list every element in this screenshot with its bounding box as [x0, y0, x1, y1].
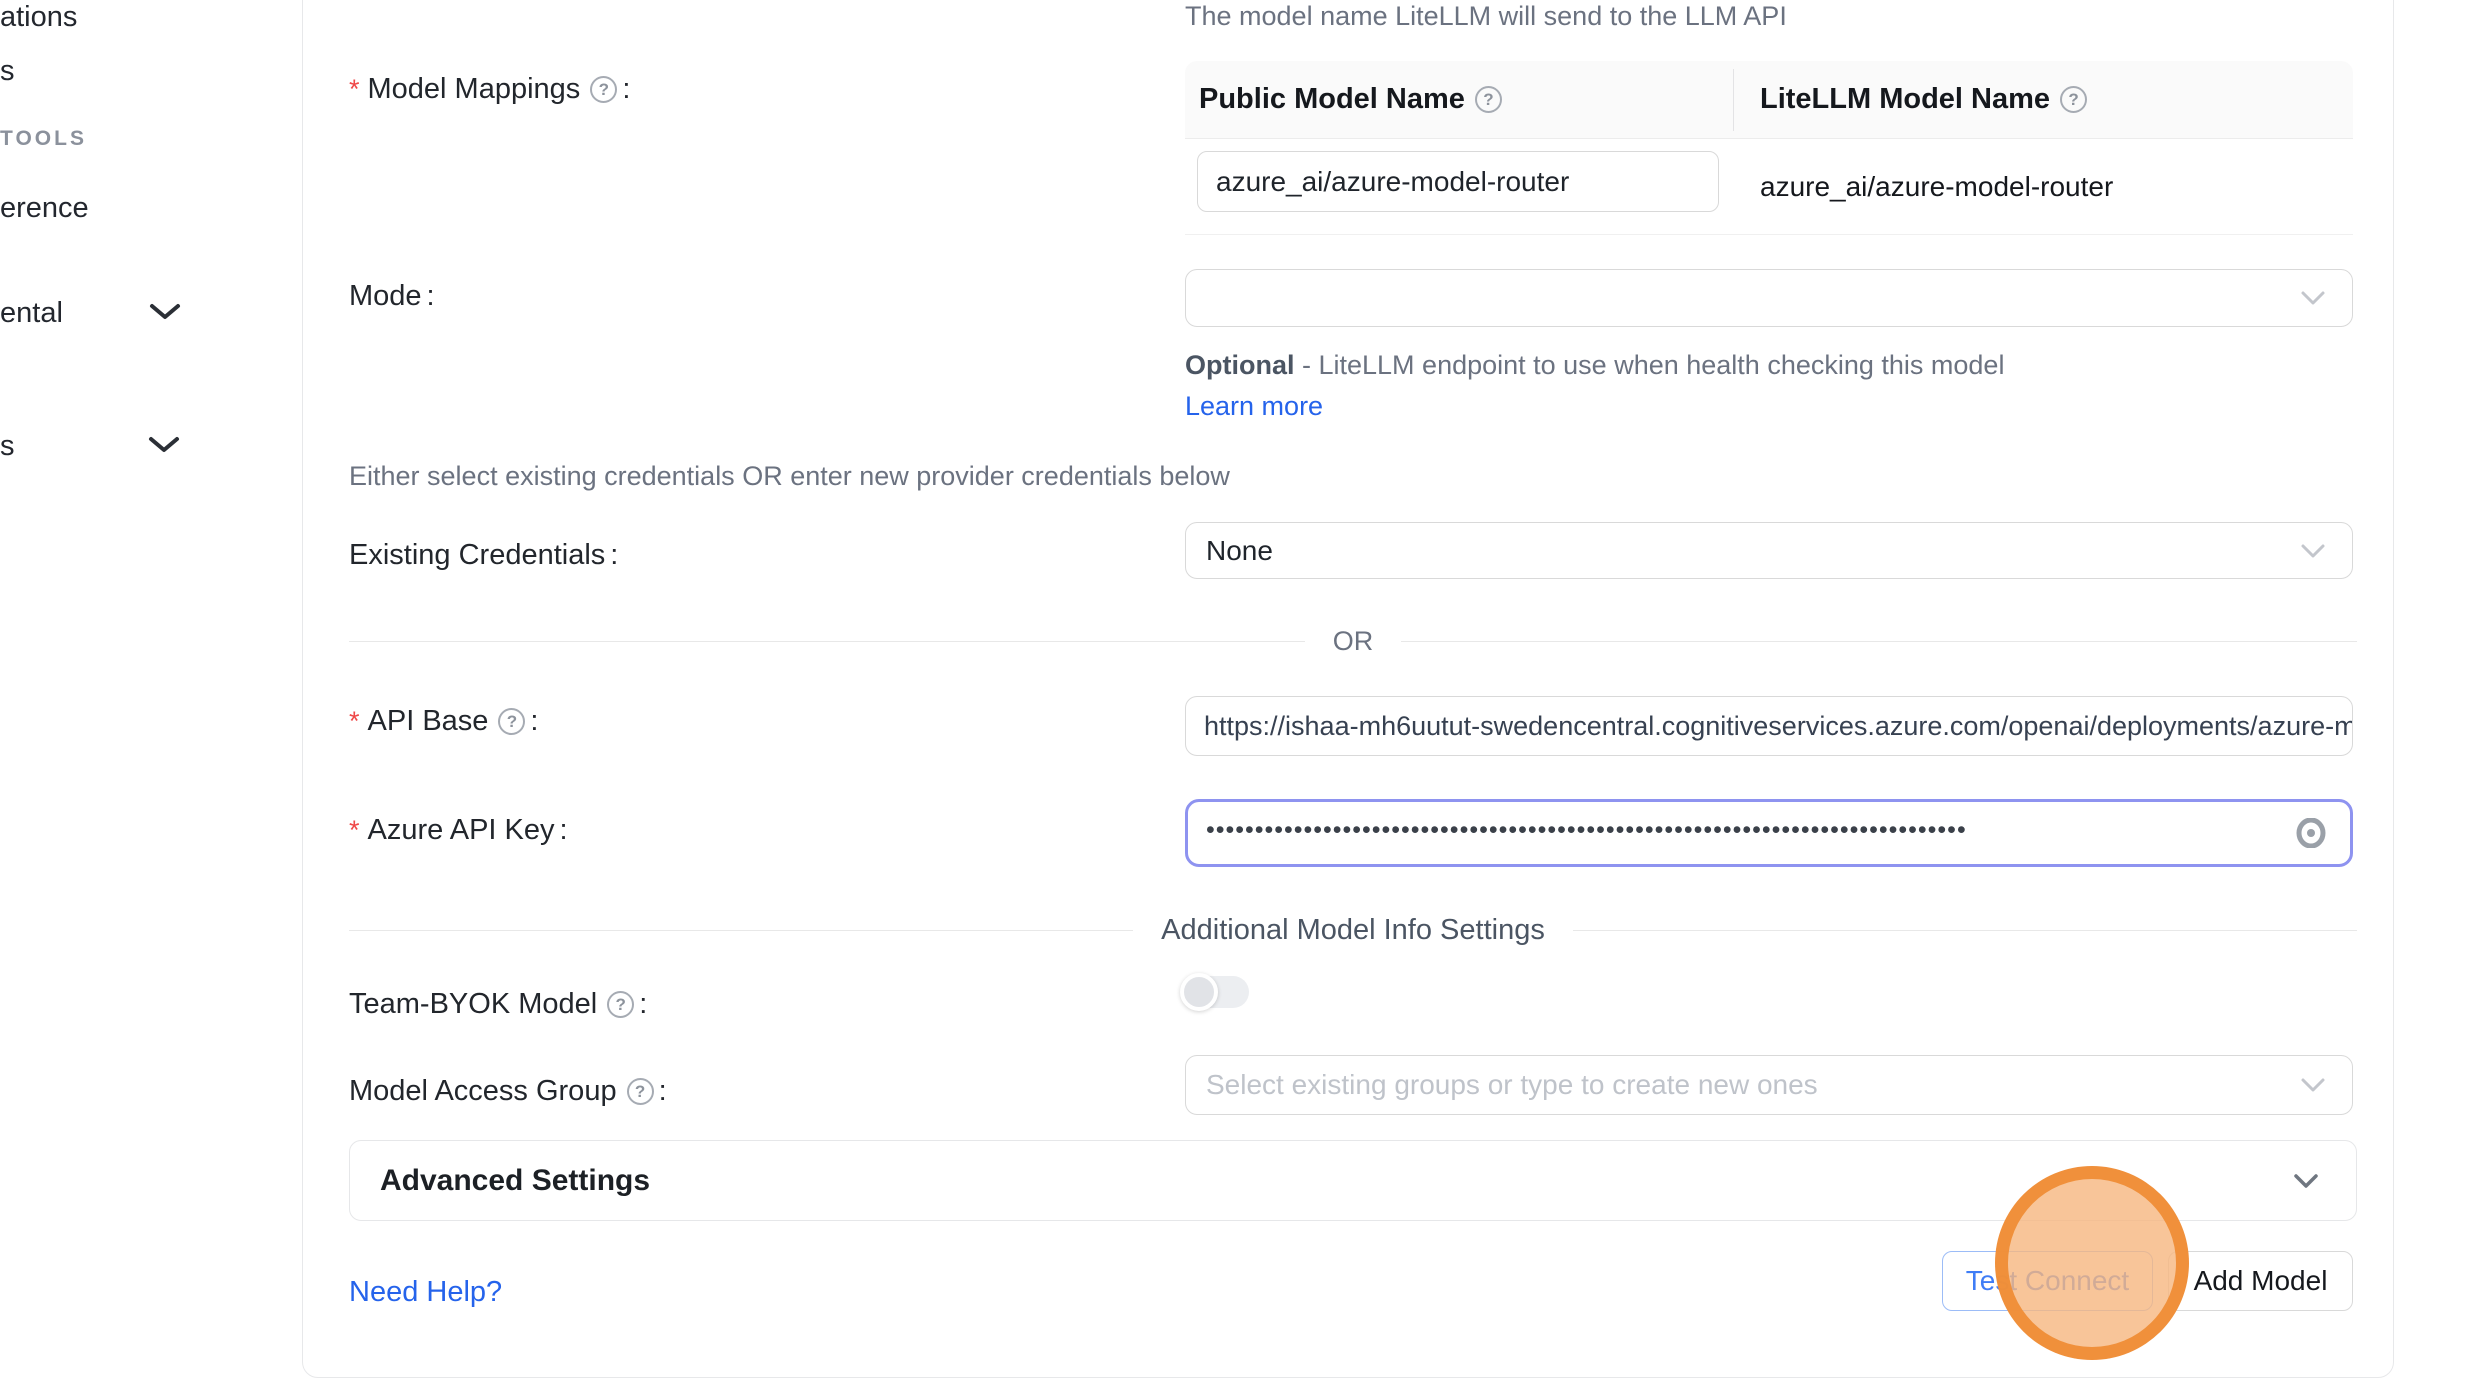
credentials-note: Either select existing credentials OR en… — [349, 461, 1230, 492]
mode-label: Mode : — [349, 280, 435, 313]
team-byok-toggle[interactable] — [1183, 976, 1249, 1008]
question-circle-icon[interactable]: ? — [498, 708, 525, 735]
masked-password-value: ••••••••••••••••••••••••••••••••••••••••… — [1206, 816, 1967, 845]
existing-credentials-value: None — [1206, 535, 1273, 567]
additional-model-info-divider-text: Additional Model Info Settings — [1161, 914, 1545, 947]
azure-api-key-label-text: Azure API Key — [368, 814, 555, 847]
existing-credentials-label: Existing Credentials : — [349, 539, 618, 572]
question-circle-icon[interactable]: ? — [2060, 86, 2087, 113]
api-base-label: * API Base ? : — [349, 705, 538, 738]
column-header-public-model-name: Public Model Name — [1199, 83, 1465, 116]
toggle-knob — [1180, 973, 1218, 1011]
azure-api-key-input[interactable]: ••••••••••••••••••••••••••••••••••••••••… — [1185, 799, 2353, 867]
model-access-group-label-text: Model Access Group — [349, 1075, 617, 1108]
model-mappings-table-header: Public Model Name ? LiteLLM Model Name ? — [1185, 61, 2353, 139]
api-base-label-text: API Base — [368, 705, 489, 738]
add-model-form-card: The model name LiteLLM will send to the … — [302, 0, 2394, 1378]
team-byok-label: Team-BYOK Model ? : — [349, 988, 647, 1021]
sidebar-item-settings[interactable]: s — [0, 430, 15, 463]
label-colon: : — [610, 539, 618, 572]
column-divider — [1733, 69, 1734, 131]
label-colon: : — [659, 1075, 667, 1108]
sidebar-section-tools: TOOLS — [0, 127, 87, 151]
sidebar-item-experimental[interactable]: ental — [0, 297, 63, 330]
litellm-model-name-value: azure_ai/azure-model-router — [1760, 139, 2113, 235]
sidebar-item-organizations[interactable]: ations — [0, 1, 77, 34]
team-byok-label-text: Team-BYOK Model — [349, 988, 597, 1021]
question-circle-icon[interactable]: ? — [607, 991, 634, 1018]
question-circle-icon[interactable]: ? — [1475, 86, 1502, 113]
or-divider-text: OR — [1333, 626, 1374, 657]
chevron-down-icon — [2300, 543, 2326, 559]
label-colon: : — [427, 280, 435, 313]
question-circle-icon[interactable]: ? — [627, 1078, 654, 1105]
required-asterisk: * — [349, 815, 360, 846]
sidebar-item-models[interactable]: s — [0, 55, 15, 88]
chevron-down-icon[interactable] — [147, 435, 181, 455]
add-model-page: ations s TOOLS erence ental s The model … — [0, 0, 2477, 1385]
label-colon: : — [622, 73, 630, 106]
model-mappings-label-text: Model Mappings — [368, 73, 581, 106]
additional-model-info-divider: Additional Model Info Settings — [349, 914, 2357, 947]
sidebar-item-inference[interactable]: erence — [0, 192, 89, 225]
learn-more-link[interactable]: Learn more — [1185, 391, 1323, 421]
chevron-down-icon — [2292, 1172, 2320, 1190]
column-header-litellm-model-name: LiteLLM Model Name — [1760, 83, 2050, 116]
eye-icon[interactable] — [2294, 818, 2328, 848]
label-colon: : — [530, 705, 538, 738]
chevron-down-icon — [2300, 290, 2326, 306]
public-model-name-input[interactable]: azure_ai/azure-model-router — [1197, 151, 1719, 212]
model-mappings-table-row: azure_ai/azure-model-router azure_ai/azu… — [1185, 139, 2353, 235]
sidebar: ations s TOOLS erence ental s — [0, 0, 302, 1385]
model-mappings-table: Public Model Name ? LiteLLM Model Name ?… — [1185, 61, 2353, 235]
mode-label-text: Mode — [349, 280, 422, 313]
label-colon: : — [639, 988, 647, 1021]
required-asterisk: * — [349, 74, 360, 105]
mode-help-bold: Optional — [1185, 350, 1295, 380]
required-asterisk: * — [349, 706, 360, 737]
add-model-button[interactable]: Add Model — [2168, 1251, 2353, 1311]
existing-credentials-select[interactable]: None — [1185, 522, 2353, 579]
azure-api-key-label: * Azure API Key : — [349, 814, 568, 847]
chevron-down-icon — [2300, 1077, 2326, 1093]
or-divider: OR — [349, 626, 2357, 657]
mode-help-body: - LiteLLM endpoint to use when health ch… — [1295, 350, 2005, 380]
mode-help-text: Optional - LiteLLM endpoint to use when … — [1185, 345, 2040, 427]
advanced-settings-panel[interactable]: Advanced Settings — [349, 1140, 2357, 1221]
test-connect-button[interactable]: Test Connect — [1942, 1251, 2153, 1311]
need-help-link[interactable]: Need Help? — [349, 1276, 502, 1309]
model-access-group-placeholder: Select existing groups or type to create… — [1206, 1069, 1818, 1101]
existing-credentials-label-text: Existing Credentials — [349, 539, 605, 572]
model-access-group-select[interactable]: Select existing groups or type to create… — [1185, 1055, 2353, 1115]
api-base-input[interactable]: https://ishaa-mh6uutut-swedencentral.cog… — [1185, 696, 2353, 756]
question-circle-icon[interactable]: ? — [590, 76, 617, 103]
model-access-group-label: Model Access Group ? : — [349, 1075, 667, 1108]
label-colon: : — [560, 814, 568, 847]
model-mappings-label: * Model Mappings ? : — [349, 73, 630, 106]
mode-select[interactable] — [1185, 269, 2353, 327]
chevron-down-icon[interactable] — [148, 302, 182, 322]
litellm-model-name-hint: The model name LiteLLM will send to the … — [1185, 1, 1787, 32]
advanced-settings-title: Advanced Settings — [380, 1164, 650, 1198]
